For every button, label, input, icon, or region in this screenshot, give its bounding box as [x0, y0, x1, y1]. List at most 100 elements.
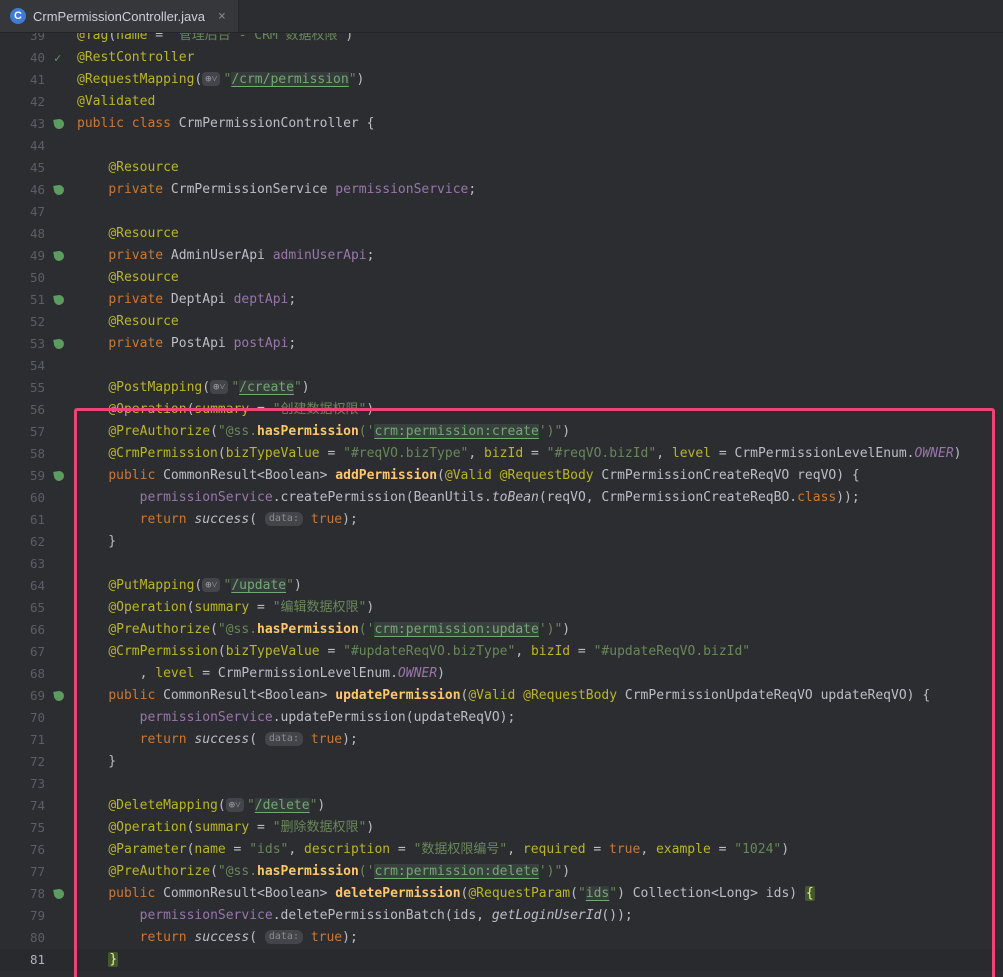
line-number[interactable]: 64: [0, 575, 45, 597]
line-number[interactable]: 48: [0, 223, 45, 245]
code-line[interactable]: 51 private DeptApi deptApi;: [0, 289, 1003, 311]
line-number[interactable]: 56: [0, 399, 45, 421]
code-line[interactable]: 63: [0, 553, 1003, 575]
line-number[interactable]: 47: [0, 201, 45, 223]
code-line[interactable]: 76 @Parameter(name = "ids", description …: [0, 839, 1003, 861]
line-number[interactable]: 43: [0, 113, 45, 135]
line-number[interactable]: 65: [0, 597, 45, 619]
spring-bean-icon[interactable]: [53, 118, 65, 130]
code-line[interactable]: 74 @DeleteMapping(⊕˅"/delete"): [0, 795, 1003, 817]
code-line[interactable]: 67 @CrmPermission(bizTypeValue = "#updat…: [0, 641, 1003, 663]
code-line[interactable]: 66 @PreAuthorize("@ss.hasPermission('crm…: [0, 619, 1003, 641]
code-line[interactable]: 59 public CommonResult<Boolean> addPermi…: [0, 465, 1003, 487]
line-number[interactable]: 80: [0, 927, 45, 949]
line-number[interactable]: 49: [0, 245, 45, 267]
code-line[interactable]: 68 , level = CrmPermissionLevelEnum.OWNE…: [0, 663, 1003, 685]
line-number[interactable]: 57: [0, 421, 45, 443]
spring-bean-icon[interactable]: [53, 184, 65, 196]
line-number[interactable]: 66: [0, 619, 45, 641]
line-number[interactable]: 78: [0, 883, 45, 905]
spring-bean-icon[interactable]: [53, 294, 65, 306]
code-token: updatePermission: [335, 688, 460, 703]
line-number[interactable]: 61: [0, 509, 45, 531]
line-number[interactable]: 71: [0, 729, 45, 751]
code-line[interactable]: 56 @Operation(summary = "创建数据权限"): [0, 399, 1003, 421]
code-line[interactable]: 60 permissionService.createPermission(Be…: [0, 487, 1003, 509]
line-number[interactable]: 75: [0, 817, 45, 839]
line-number[interactable]: 70: [0, 707, 45, 729]
spring-bean-icon[interactable]: [53, 338, 65, 350]
spring-bean-icon[interactable]: [53, 888, 65, 900]
line-number[interactable]: 81: [0, 949, 45, 971]
code-line[interactable]: 50 @Resource: [0, 267, 1003, 289]
code-line[interactable]: 79 permissionService.deletePermissionBat…: [0, 905, 1003, 927]
code-line[interactable]: 47: [0, 201, 1003, 223]
line-number[interactable]: 68: [0, 663, 45, 685]
code-line[interactable]: 57 @PreAuthorize("@ss.hasPermission('crm…: [0, 421, 1003, 443]
code-line[interactable]: 71 return success( data: true);: [0, 729, 1003, 751]
line-number[interactable]: 79: [0, 905, 45, 927]
line-number[interactable]: 72: [0, 751, 45, 773]
code-line[interactable]: 58 @CrmPermission(bizTypeValue = "#reqVO…: [0, 443, 1003, 465]
line-number[interactable]: 51: [0, 289, 45, 311]
code-line[interactable]: 78 public CommonResult<Boolean> deletePe…: [0, 883, 1003, 905]
line-number[interactable]: 58: [0, 443, 45, 465]
code-line[interactable]: 53 private PostApi postApi;: [0, 333, 1003, 355]
code-line[interactable]: 46 private CrmPermissionService permissi…: [0, 179, 1003, 201]
code-line[interactable]: 72 }: [0, 751, 1003, 773]
code-line[interactable]: 69 public CommonResult<Boolean> updatePe…: [0, 685, 1003, 707]
code-line[interactable]: 70 permissionService.updatePermission(up…: [0, 707, 1003, 729]
line-number[interactable]: 42: [0, 91, 45, 113]
line-number[interactable]: 63: [0, 553, 45, 575]
spring-check-icon[interactable]: ✓: [54, 51, 61, 65]
line-number[interactable]: 54: [0, 355, 45, 377]
spring-bean-icon[interactable]: [53, 470, 65, 482]
line-number[interactable]: 62: [0, 531, 45, 553]
line-number[interactable]: 73: [0, 773, 45, 795]
code-line[interactable]: 48 @Resource: [0, 223, 1003, 245]
line-number[interactable]: 60: [0, 487, 45, 509]
line-number[interactable]: 45: [0, 157, 45, 179]
code-line[interactable]: 65 @Operation(summary = "编辑数据权限"): [0, 597, 1003, 619]
line-number[interactable]: 46: [0, 179, 45, 201]
line-number[interactable]: 74: [0, 795, 45, 817]
line-number[interactable]: 59: [0, 465, 45, 487]
line-number[interactable]: 52: [0, 311, 45, 333]
code-line[interactable]: 80 return success( data: true);: [0, 927, 1003, 949]
tab-crmpermissioncontroller-java[interactable]: C CrmPermissionController.java ×: [0, 0, 239, 32]
line-number[interactable]: 39: [0, 33, 45, 47]
code-line[interactable]: 81 }: [0, 949, 1003, 971]
code-line[interactable]: 52 @Resource: [0, 311, 1003, 333]
line-number[interactable]: 55: [0, 377, 45, 399]
code-line[interactable]: 77 @PreAuthorize("@ss.hasPermission('crm…: [0, 861, 1003, 883]
code-line[interactable]: 43public class CrmPermissionController {: [0, 113, 1003, 135]
code-line[interactable]: 54: [0, 355, 1003, 377]
code-line[interactable]: 64 @PutMapping(⊕˅"/update"): [0, 575, 1003, 597]
spring-bean-icon[interactable]: [53, 690, 65, 702]
tab-close-icon[interactable]: ×: [218, 9, 226, 24]
code-line[interactable]: 55 @PostMapping(⊕˅"/create"): [0, 377, 1003, 399]
line-number[interactable]: 44: [0, 135, 45, 157]
spring-bean-icon[interactable]: [53, 250, 65, 262]
code-line[interactable]: 62 }: [0, 531, 1003, 553]
line-number[interactable]: 69: [0, 685, 45, 707]
code-line[interactable]: 40✓@RestController: [0, 47, 1003, 69]
code-line[interactable]: 73: [0, 773, 1003, 795]
line-number[interactable]: 50: [0, 267, 45, 289]
code-line[interactable]: 75 @Operation(summary = "删除数据权限"): [0, 817, 1003, 839]
code-line[interactable]: 44: [0, 135, 1003, 157]
code-line[interactable]: 42@Validated: [0, 91, 1003, 113]
line-number[interactable]: 67: [0, 641, 45, 663]
line-number[interactable]: 77: [0, 861, 45, 883]
code-editor[interactable]: 39@Tag(name = "管理后台 - CRM 数据权限")40✓@Rest…: [0, 33, 1003, 977]
code-line[interactable]: 45 @Resource: [0, 157, 1003, 179]
line-number[interactable]: 53: [0, 333, 45, 355]
line-number[interactable]: 40: [0, 47, 45, 69]
code-line[interactable]: 61 return success( data: true);: [0, 509, 1003, 531]
code-line[interactable]: 49 private AdminUserApi adminUserApi;: [0, 245, 1003, 267]
code-line[interactable]: 39@Tag(name = "管理后台 - CRM 数据权限"): [0, 33, 1003, 47]
line-number[interactable]: 76: [0, 839, 45, 861]
line-number[interactable]: 41: [0, 69, 45, 91]
code-line[interactable]: 41@RequestMapping(⊕˅"/crm/permission"): [0, 69, 1003, 91]
gutter: [45, 355, 77, 377]
